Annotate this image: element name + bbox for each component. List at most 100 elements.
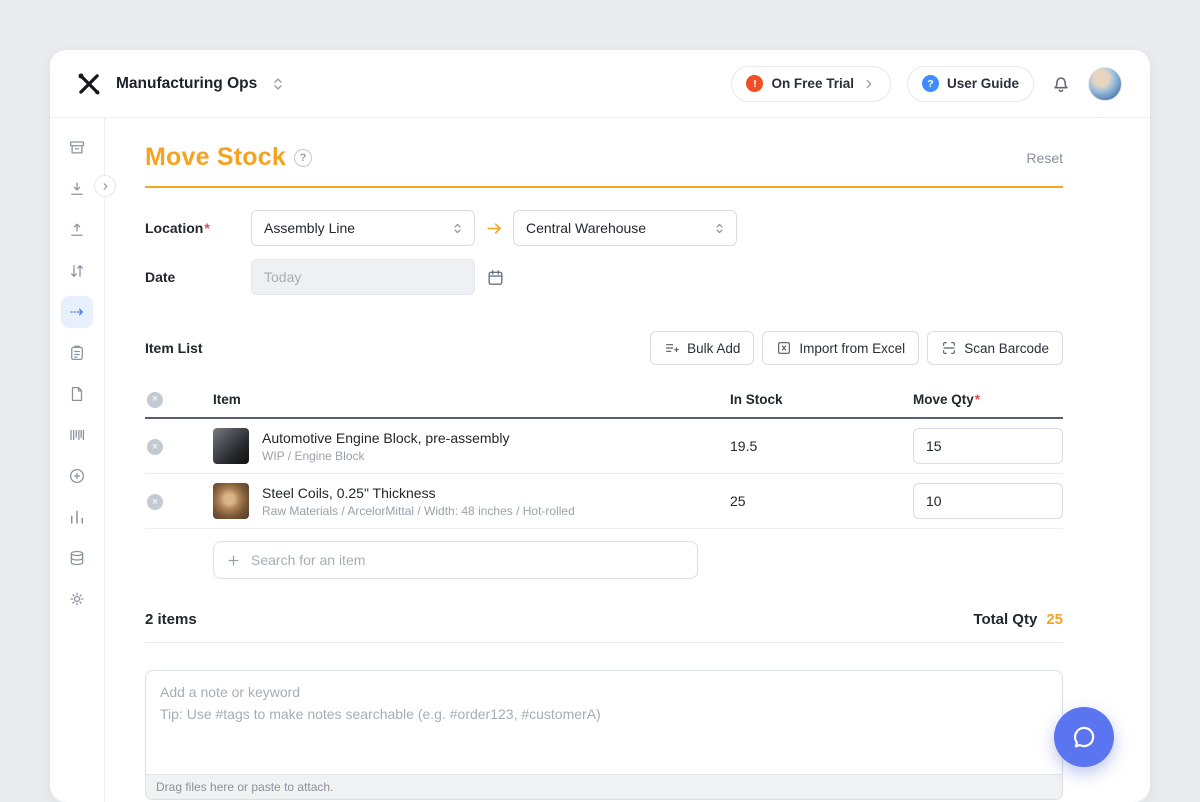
item-name: Automotive Engine Block, pre-assembly bbox=[262, 430, 509, 446]
scan-barcode-label: Scan Barcode bbox=[964, 341, 1049, 356]
barcode-icon bbox=[68, 426, 86, 444]
chat-fab-button[interactable] bbox=[1054, 707, 1114, 767]
question-circle-icon: ? bbox=[922, 75, 939, 92]
archive-icon bbox=[68, 139, 86, 157]
workspace-switcher-icon[interactable] bbox=[269, 75, 287, 93]
transfer-arrow-icon bbox=[475, 219, 513, 238]
location-label: Location* bbox=[145, 220, 251, 236]
item-search-input[interactable] bbox=[251, 552, 685, 568]
stock-out-icon bbox=[68, 221, 86, 239]
trial-label: On Free Trial bbox=[771, 76, 854, 91]
settings-icon bbox=[68, 590, 86, 608]
page-title: Move Stock bbox=[145, 143, 286, 172]
document-icon bbox=[68, 385, 86, 403]
stocktake-icon bbox=[68, 344, 86, 362]
column-move-qty: Move Qty* bbox=[913, 392, 1063, 407]
app-logo-icon bbox=[74, 69, 104, 99]
date-row: Date bbox=[145, 259, 1063, 295]
free-trial-button[interactable]: ! On Free Trial bbox=[731, 66, 891, 102]
item-name: Steel Coils, 0.25" Thickness bbox=[262, 485, 575, 501]
item-list-label: Item List bbox=[145, 340, 203, 356]
workspace-brand[interactable]: Manufacturing Ops bbox=[74, 69, 287, 99]
item-thumbnail bbox=[213, 483, 249, 519]
required-mark: * bbox=[204, 220, 209, 236]
sidebar-item-analytics[interactable] bbox=[61, 501, 93, 533]
sidebar-nav bbox=[50, 118, 105, 802]
remove-all-icon[interactable]: × bbox=[147, 392, 163, 408]
item-list-actions: Bulk Add Import from Excel bbox=[650, 331, 1063, 365]
column-in-stock: In Stock bbox=[730, 392, 913, 407]
user-guide-button[interactable]: ? User Guide bbox=[907, 66, 1034, 102]
main-content: Move Stock ? Reset Location* Assembly Li… bbox=[105, 118, 1150, 802]
chevron-updown-icon bbox=[450, 221, 465, 236]
column-item: Item bbox=[201, 392, 730, 407]
item-subtitle: WIP / Engine Block bbox=[262, 449, 509, 463]
sidebar-item-stock-in[interactable] bbox=[61, 173, 93, 205]
sidebar-item-settings[interactable] bbox=[61, 583, 93, 615]
in-stock-value: 25 bbox=[730, 493, 913, 509]
notifications-bell-icon[interactable] bbox=[1050, 73, 1072, 95]
item-subtitle: Raw Materials / ArcelorMittal / Width: 4… bbox=[262, 504, 575, 518]
sidebar-item-barcode[interactable] bbox=[61, 419, 93, 451]
notes-placeholder: Add a note or keyword Tip: Use #tags to … bbox=[146, 671, 1062, 736]
item-list-header: Item List Bulk Add Import fr bbox=[145, 331, 1063, 365]
import-excel-label: Import from Excel bbox=[799, 341, 905, 356]
chat-bubble-icon bbox=[1070, 723, 1098, 751]
sidebar-expand-button[interactable] bbox=[94, 175, 116, 197]
section-divider bbox=[145, 642, 1063, 643]
sidebar-item-move-stock[interactable] bbox=[61, 296, 93, 328]
app-window: Manufacturing Ops ! On Free Trial ? User… bbox=[50, 50, 1150, 802]
bulk-add-label: Bulk Add bbox=[687, 341, 740, 356]
import-excel-button[interactable]: Import from Excel bbox=[762, 331, 919, 365]
top-bar-actions: ! On Free Trial ? User Guide bbox=[731, 66, 1122, 102]
user-avatar[interactable] bbox=[1088, 67, 1122, 101]
move-stock-form: Location* Assembly Line Central bbox=[145, 210, 1063, 295]
app-body: Move Stock ? Reset Location* Assembly Li… bbox=[50, 118, 1150, 802]
chevron-updown-icon bbox=[712, 221, 727, 236]
calendar-icon[interactable] bbox=[486, 268, 505, 287]
item-search[interactable] bbox=[213, 541, 698, 579]
location-from-select[interactable]: Assembly Line bbox=[251, 210, 475, 246]
analytics-icon bbox=[68, 508, 86, 526]
add-item-icon bbox=[68, 467, 86, 485]
sidebar-item-stocktake[interactable] bbox=[61, 337, 93, 369]
item-thumbnail bbox=[213, 428, 249, 464]
location-from-value: Assembly Line bbox=[264, 220, 355, 236]
location-to-value: Central Warehouse bbox=[526, 220, 646, 236]
scan-barcode-button[interactable]: Scan Barcode bbox=[927, 331, 1063, 365]
table-row: × Automotive Engine Block, pre-assembly … bbox=[145, 419, 1063, 474]
top-bar: Manufacturing Ops ! On Free Trial ? User… bbox=[50, 50, 1150, 118]
date-label: Date bbox=[145, 269, 251, 285]
sidebar-item-stock-out[interactable] bbox=[61, 214, 93, 246]
notes-box[interactable]: Add a note or keyword Tip: Use #tags to … bbox=[145, 670, 1063, 800]
sidebar-item-document[interactable] bbox=[61, 378, 93, 410]
item-table: × Item In Stock Move Qty* × Automotive E… bbox=[145, 381, 1063, 529]
sidebar-item-inventory[interactable] bbox=[61, 542, 93, 574]
move-qty-input[interactable] bbox=[913, 428, 1063, 464]
remove-row-icon[interactable]: × bbox=[147, 494, 163, 510]
plus-icon bbox=[226, 553, 241, 568]
list-plus-icon bbox=[664, 340, 680, 356]
trial-alert-icon: ! bbox=[746, 75, 763, 92]
sidebar-item-add-item[interactable] bbox=[61, 460, 93, 492]
attach-hint: Drag files here or paste to attach. bbox=[146, 774, 1062, 799]
items-count: 2 items bbox=[145, 611, 197, 628]
excel-icon bbox=[776, 340, 792, 356]
move-qty-input[interactable] bbox=[913, 483, 1063, 519]
location-to-select[interactable]: Central Warehouse bbox=[513, 210, 737, 246]
help-icon[interactable]: ? bbox=[294, 149, 312, 167]
remove-row-icon[interactable]: × bbox=[147, 439, 163, 455]
bulk-add-button[interactable]: Bulk Add bbox=[650, 331, 754, 365]
inventory-icon bbox=[68, 549, 86, 567]
sidebar-item-adjust[interactable] bbox=[61, 255, 93, 287]
required-mark: * bbox=[975, 392, 980, 407]
notes-placeholder-line2: Tip: Use #tags to make notes searchable … bbox=[160, 704, 1048, 726]
sidebar-item-archive[interactable] bbox=[61, 132, 93, 164]
reset-button[interactable]: Reset bbox=[1026, 150, 1063, 166]
notes-placeholder-line1: Add a note or keyword bbox=[160, 682, 1048, 704]
in-stock-value: 19.5 bbox=[730, 438, 913, 454]
workspace-title: Manufacturing Ops bbox=[116, 75, 257, 93]
location-row: Location* Assembly Line Central bbox=[145, 210, 1063, 246]
total-qty: Total Qty 25 bbox=[973, 611, 1063, 628]
date-input[interactable] bbox=[251, 259, 475, 295]
